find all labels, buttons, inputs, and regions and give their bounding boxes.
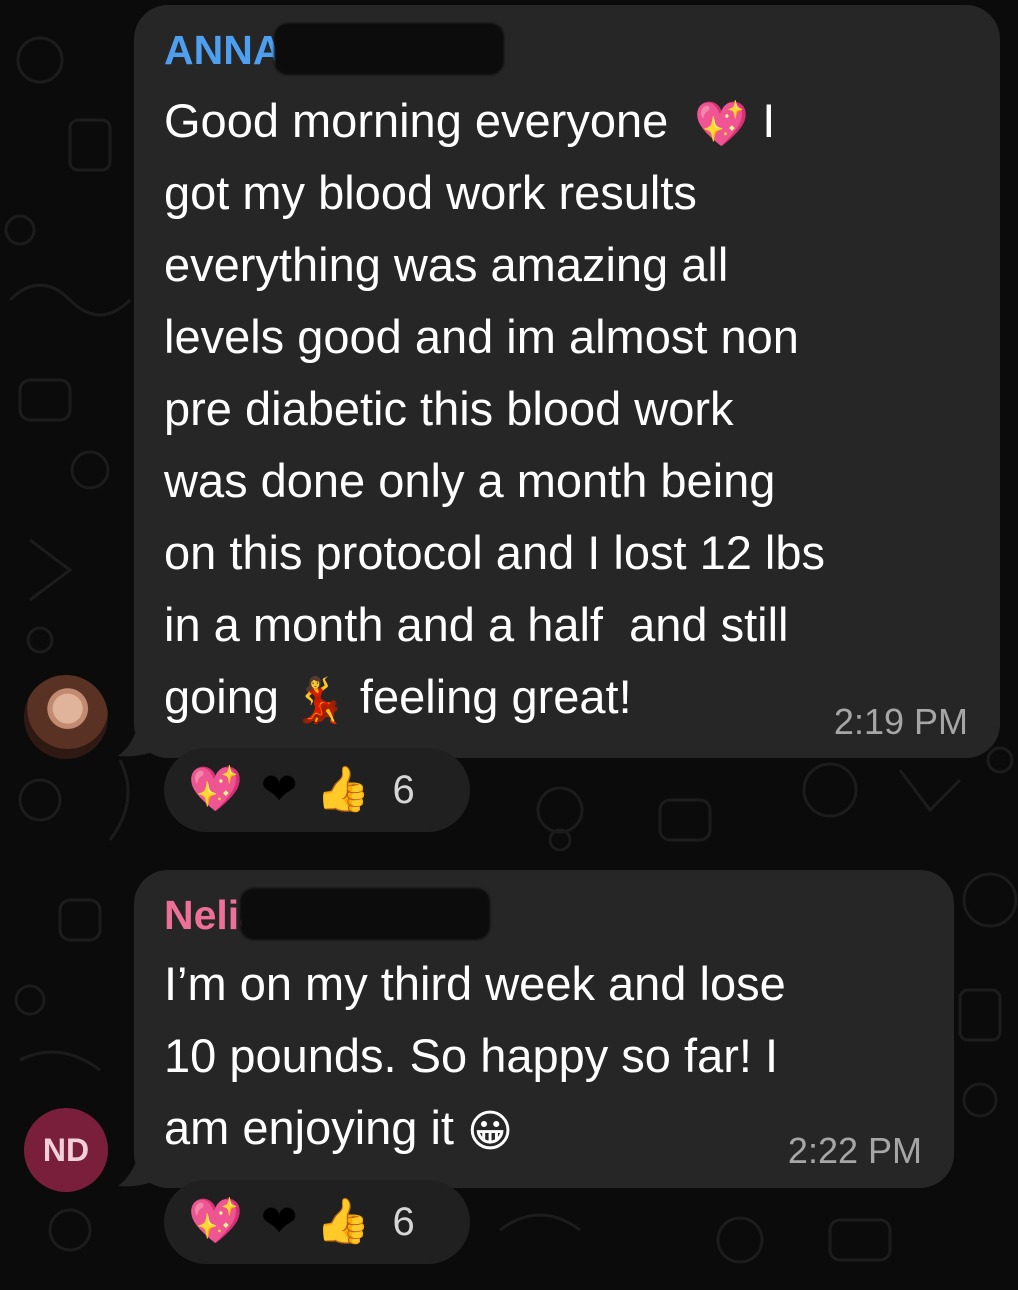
reactions-bar[interactable]: 💖 ❤ 👍 6 <box>164 748 470 832</box>
avatar[interactable]: ND <box>24 1108 108 1192</box>
message-line: am enjoying it <box>164 1101 454 1154</box>
message-line: levels good and im almost non <box>164 310 799 363</box>
message-line: feeling great! <box>359 670 632 723</box>
message-text[interactable]: Good morning everyone 💖 I got my blood w… <box>164 85 825 733</box>
sparkling-heart-icon: 💖 <box>694 98 750 150</box>
message-bubble: Nelia Dilena I’m on my third week and lo… <box>134 870 954 1188</box>
message-line: everything was amazing all <box>164 238 729 291</box>
message-bubble: ANNA BASSO Good morning everyone 💖 I got… <box>134 5 1000 758</box>
message-line: on this protocol and I lost 12 lbs <box>164 526 826 579</box>
message-text[interactable]: I’m on my third week and lose 10 pounds.… <box>164 948 786 1164</box>
message-line: 10 pounds. So happy so far! I <box>164 1029 779 1082</box>
red-heart-icon[interactable]: ❤ <box>261 766 298 814</box>
message-line: in a month and a half and still <box>164 598 789 651</box>
redaction-mark <box>274 23 504 75</box>
message-line: I’m on my third week and lose <box>164 957 786 1010</box>
reaction-count: 6 <box>392 1199 415 1244</box>
reaction-count: 6 <box>392 767 415 812</box>
message-line: got my blood work results <box>164 166 697 219</box>
message-line: Good morning everyone <box>164 94 669 147</box>
message-line: pre diabetic this blood work <box>164 382 734 435</box>
message-line: going <box>164 670 279 723</box>
message-line: was done only a month being <box>164 454 776 507</box>
sparkling-heart-icon[interactable]: 💖 <box>188 766 243 814</box>
redaction-mark <box>240 888 490 940</box>
sparkling-heart-icon[interactable]: 💖 <box>188 1198 243 1246</box>
message-line: I <box>762 94 776 147</box>
red-heart-icon[interactable]: ❤ <box>261 1198 298 1246</box>
reactions-bar[interactable]: 💖 ❤ 👍 6 <box>164 1180 470 1264</box>
dancing-woman-icon: 💃 <box>292 674 347 726</box>
grinning-face-icon: 😀 <box>467 1105 513 1157</box>
thumbs-up-icon[interactable]: 👍 <box>316 766 371 814</box>
message-timestamp: 2:22 PM <box>787 1130 922 1171</box>
message-timestamp: 2:19 PM <box>833 701 968 742</box>
thumbs-up-icon[interactable]: 👍 <box>316 1198 371 1246</box>
avatar[interactable] <box>24 675 108 759</box>
